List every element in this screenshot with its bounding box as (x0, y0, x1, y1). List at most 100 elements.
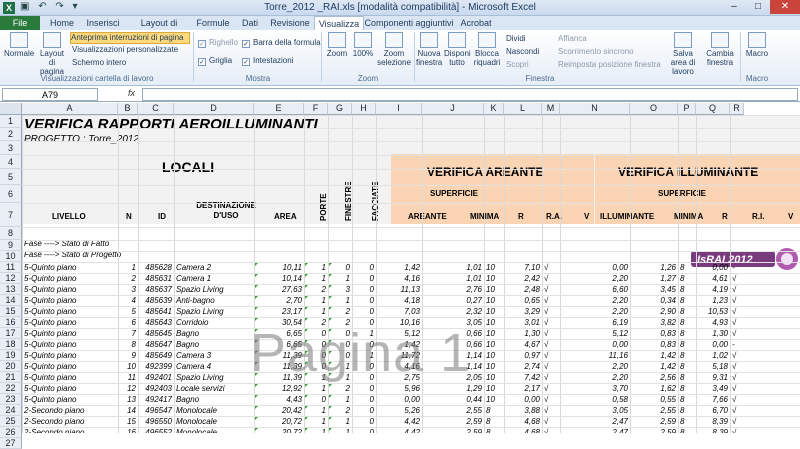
tab-componenti[interactable]: Componenti aggiuntivi (364, 16, 454, 30)
cell-finestre[interactable]: 2 (330, 405, 350, 416)
cell-ra[interactable]: 2,17 (506, 383, 540, 394)
name-box[interactable]: A79 (2, 88, 98, 101)
cell-n[interactable]: 14 (120, 405, 136, 416)
cell-livello[interactable]: 5-Quinto piano (24, 383, 116, 394)
cell-r[interactable]: 10 (486, 372, 502, 383)
nuova-finestra-button[interactable]: Nuova finestra (416, 32, 442, 67)
cell-id[interactable]: 485647 (140, 339, 172, 350)
fx-icon[interactable]: fx (128, 88, 135, 98)
tab-file[interactable]: File (0, 16, 40, 30)
cell-facciate[interactable]: 0 (354, 427, 374, 433)
row-header[interactable]: 20 (0, 361, 22, 372)
cell-areante[interactable]: 4,42 (378, 427, 420, 433)
cell-ri[interactable]: 4,61 (698, 273, 728, 284)
cell-id[interactable]: 485649 (140, 350, 172, 361)
cell-r[interactable]: 10 (486, 361, 502, 372)
cell-n[interactable]: 8 (120, 339, 136, 350)
cell-minima[interactable]: 2,59 (424, 427, 482, 433)
cell-ri[interactable]: 4,19 (698, 284, 728, 295)
cell-ra[interactable]: 3,01 (506, 317, 540, 328)
cell-destinazione[interactable]: Camera 3 (176, 350, 252, 361)
cell-illuminante[interactable]: 2,20 (562, 372, 628, 383)
cell-illuminante[interactable]: 3,05 (562, 405, 628, 416)
cell-area[interactable]: 4,43 (256, 394, 302, 405)
cell-minima[interactable]: 2,32 (424, 306, 482, 317)
cell-ri[interactable]: 1,02 (698, 350, 728, 361)
tab-acrobat[interactable]: Acrobat (456, 16, 496, 30)
cell-minima[interactable]: 0,44 (424, 394, 482, 405)
cell-r[interactable]: 10 (486, 284, 502, 295)
cell-r2[interactable]: 8 (680, 295, 694, 306)
cell-ri[interactable]: 10,53 (698, 306, 728, 317)
macro-button[interactable]: Macro (744, 32, 770, 58)
cell-v2[interactable]: √ (732, 350, 742, 361)
cell-minima2[interactable]: 2,59 (632, 427, 676, 433)
cell-ra[interactable]: 3,29 (506, 306, 540, 317)
cell-r[interactable]: 10 (486, 306, 502, 317)
cell-facciate[interactable]: 0 (354, 306, 374, 317)
cell-destinazione[interactable]: Camera 2 (176, 262, 252, 273)
cell-porte[interactable]: 1 (306, 416, 326, 427)
row-header[interactable]: 16 (0, 317, 22, 328)
cell-v2[interactable]: √ (732, 273, 742, 284)
cell-ra[interactable]: 2,48 (506, 284, 540, 295)
row-header[interactable]: 13 (0, 284, 22, 295)
minimize-icon[interactable]: – (722, 0, 746, 14)
row-header[interactable]: 19 (0, 350, 22, 361)
cell-n[interactable]: 3 (120, 284, 136, 295)
schermo-intero-button[interactable]: Schermo intero (72, 58, 126, 68)
cell-porte[interactable]: 1 (306, 262, 326, 273)
row-header[interactable]: 3 (0, 141, 22, 155)
tab-dati[interactable]: Dati (234, 16, 266, 30)
column-header[interactable]: A (22, 103, 118, 115)
row-header[interactable]: 12 (0, 273, 22, 284)
cell-finestre[interactable]: 2 (330, 306, 350, 317)
cell-r[interactable]: 8 (486, 416, 502, 427)
cell-n[interactable]: 13 (120, 394, 136, 405)
cell-ri[interactable]: 1,23 (698, 295, 728, 306)
cell-livello[interactable]: 5-Quinto piano (24, 317, 116, 328)
tab-formule[interactable]: Formule (192, 16, 234, 30)
column-header[interactable]: C (138, 103, 174, 115)
cell-destinazione[interactable]: Bagno (176, 394, 252, 405)
zoom-button[interactable]: Zoom (326, 32, 348, 58)
cell-minima2[interactable]: 1,42 (632, 361, 676, 372)
cell-area[interactable]: 2,70 (256, 295, 302, 306)
row-header[interactable]: 22 (0, 383, 22, 394)
zoom-100-button[interactable]: 100% (352, 32, 374, 58)
cell-area[interactable]: 20,72 (256, 416, 302, 427)
cell-porte[interactable]: 1 (306, 295, 326, 306)
cell-illuminante[interactable]: 6,60 (562, 284, 628, 295)
cell-v[interactable]: √ (544, 383, 558, 394)
cell-ri[interactable]: 8,39 (698, 416, 728, 427)
cell-r2[interactable]: 8 (680, 262, 694, 273)
cell-area[interactable]: 20,72 (256, 427, 302, 433)
cell-areante[interactable]: 4,18 (378, 295, 420, 306)
nascondi-button[interactable]: Nascondi (506, 47, 539, 57)
cell-id[interactable]: 485637 (140, 284, 172, 295)
cell-livello[interactable]: 5-Quinto piano (24, 394, 116, 405)
righello-checkbox[interactable]: ✓ Righello (198, 38, 238, 48)
cell-facciate[interactable]: 0 (354, 295, 374, 306)
cell-v[interactable]: √ (544, 317, 558, 328)
cell-destinazione[interactable]: Corridoio (176, 317, 252, 328)
cell-ra[interactable]: 7,10 (506, 262, 540, 273)
cell-livello[interactable]: 5-Quinto piano (24, 284, 116, 295)
cell-minima2[interactable]: 1,26 (632, 262, 676, 273)
cell-minima[interactable]: 1,01 (424, 262, 482, 273)
cell-livello[interactable]: 5-Quinto piano (24, 306, 116, 317)
tab-revisione[interactable]: Revisione (266, 16, 314, 30)
cell-porte[interactable]: 1 (306, 405, 326, 416)
column-header[interactable]: J (422, 103, 484, 115)
cell-illuminante[interactable]: 2,20 (562, 295, 628, 306)
barra-formula-checkbox[interactable]: ✓ Barra della formula (242, 38, 321, 48)
cell-id[interactable]: 485631 (140, 273, 172, 284)
cell-ra[interactable]: 4,68 (506, 427, 540, 433)
cell-facciate[interactable]: 0 (354, 416, 374, 427)
row-header[interactable]: 9 (0, 240, 22, 251)
cell-minima2[interactable]: 0,83 (632, 339, 676, 350)
column-header[interactable]: N (560, 103, 630, 115)
cell-finestre[interactable]: 3 (330, 284, 350, 295)
affianca-button[interactable]: Affianca (558, 34, 587, 44)
cell-ra[interactable]: 0,00 (506, 394, 540, 405)
